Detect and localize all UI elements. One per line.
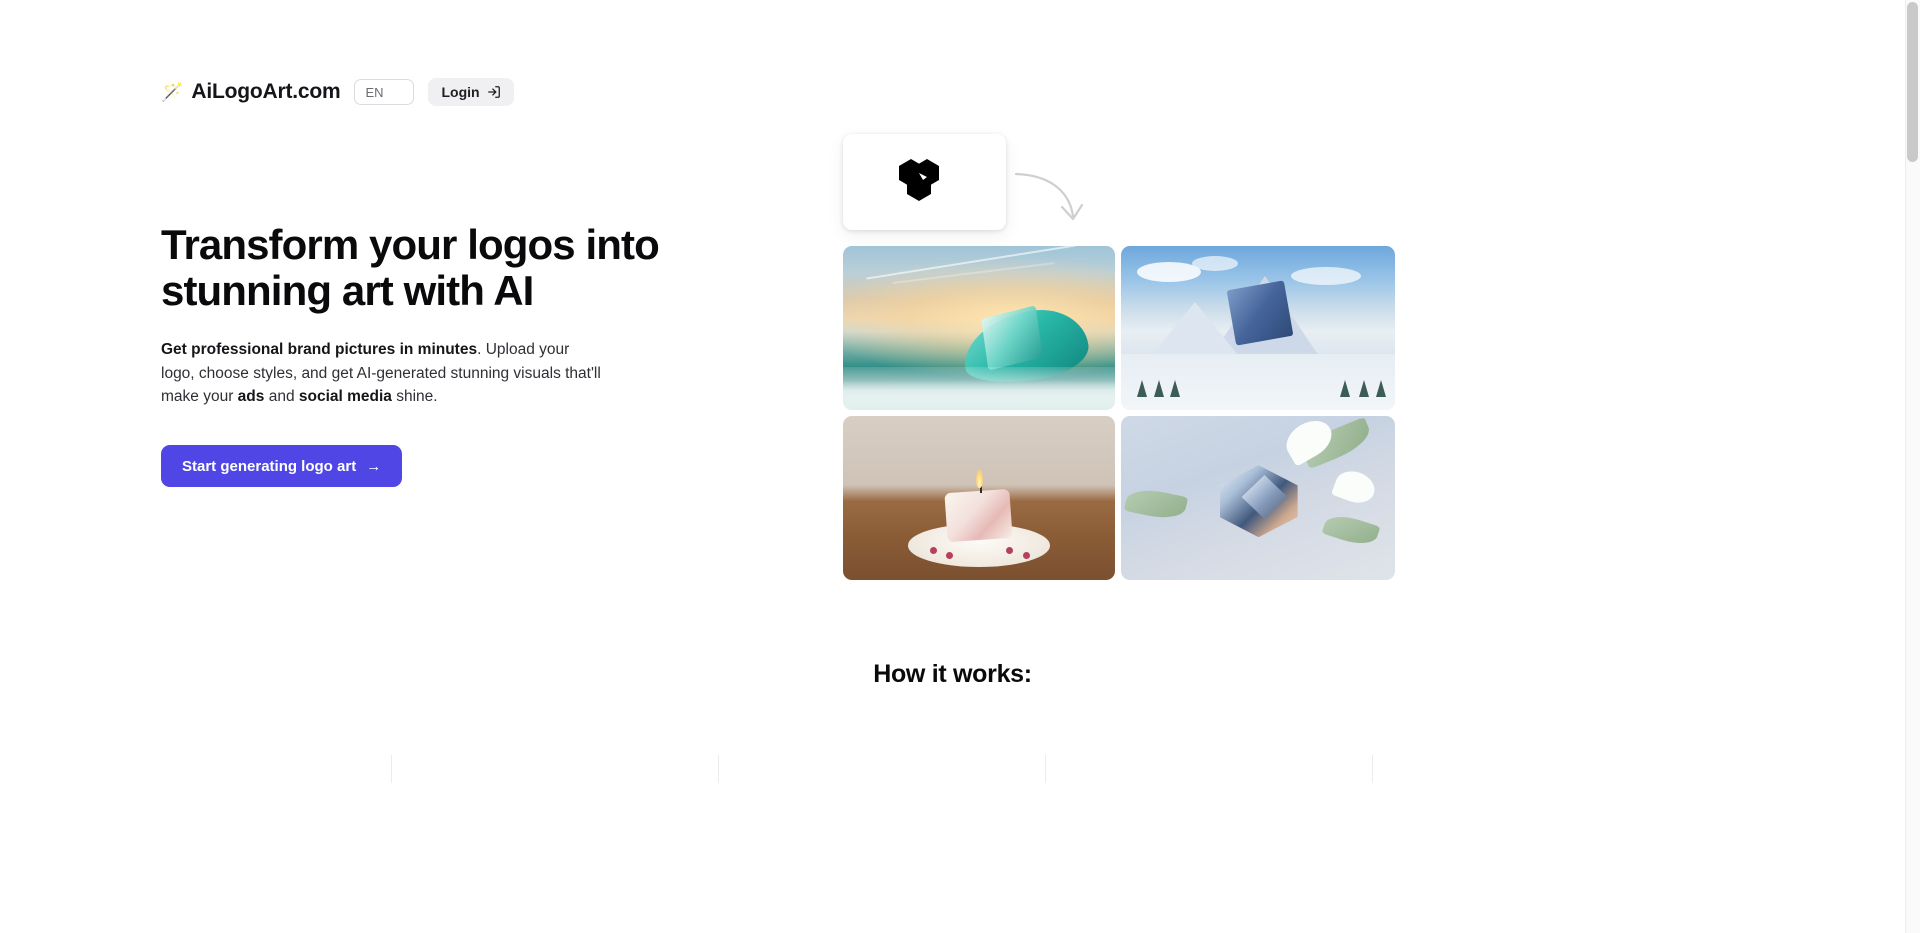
pine-tree <box>1375 379 1386 397</box>
pine-tree <box>1340 379 1351 397</box>
steps-divider-row <box>0 755 1905 783</box>
landing-page: 🪄 AiLogoArt.com EN Login Transform your … <box>0 0 1920 933</box>
login-button[interactable]: Login <box>428 78 514 106</box>
hero-subtitle-between: and <box>264 388 299 406</box>
hero-subtitle-tail: shine. <box>391 388 438 406</box>
language-select[interactable]: EN <box>354 79 415 105</box>
vertical-scrollbar[interactable] <box>1905 0 1920 933</box>
berry <box>930 546 938 554</box>
hero-subtitle: Get professional brand pictures in minut… <box>161 338 601 409</box>
berry <box>1022 551 1030 559</box>
uploaded-logo-card <box>843 134 1006 230</box>
cloud <box>1192 255 1239 271</box>
step-divider <box>1045 755 1046 783</box>
hero-title: Transform your logos into stunning art w… <box>161 221 660 315</box>
hero-copy: Transform your logos into stunning art w… <box>161 221 701 488</box>
generated-art-grid <box>843 246 1395 580</box>
hero-subtitle-ads: ads <box>237 388 265 406</box>
sea-foam <box>843 367 1115 410</box>
hero-subtitle-social: social media <box>298 388 392 406</box>
scrollbar-thumb[interactable] <box>1907 2 1918 162</box>
art-tile-candle-on-plate[interactable] <box>843 416 1115 580</box>
step-divider <box>718 755 719 783</box>
pine-tree <box>1359 379 1370 397</box>
leaf <box>1321 509 1381 550</box>
leaf <box>1124 485 1189 524</box>
logo-cube-in-mountain <box>1226 280 1294 346</box>
arrow-right-icon: → <box>366 457 382 475</box>
logo-cube-as-candle <box>944 489 1014 543</box>
pine-tree <box>1153 379 1164 397</box>
cta-label: Start generating logo art <box>182 457 357 475</box>
art-tile-crystal-flowers[interactable] <box>1121 416 1395 580</box>
how-it-works-title: How it works: <box>873 660 1032 688</box>
art-tile-ocean-wave-sunset[interactable] <box>843 246 1115 410</box>
magic-wand-icon: 🪄 <box>161 82 184 102</box>
brand-cube-logo-icon <box>897 157 953 208</box>
brand-logo[interactable]: 🪄 AiLogoArt.com <box>161 80 341 104</box>
berry <box>1006 546 1014 554</box>
curved-arrow-icon <box>1013 169 1085 236</box>
login-arrow-icon <box>487 85 501 99</box>
site-header: 🪄 AiLogoArt.com EN Login <box>161 78 514 106</box>
flower-petal <box>1330 465 1379 508</box>
brand-name: AiLogoArt.com <box>191 80 341 103</box>
pine-tree <box>1170 379 1181 397</box>
step-divider <box>1372 755 1373 783</box>
login-button-label: Login <box>441 84 480 100</box>
language-value: EN <box>365 84 384 100</box>
art-tile-snowy-mountain[interactable] <box>1121 246 1395 410</box>
cloud-streak <box>892 262 1055 285</box>
step-divider <box>391 755 392 783</box>
start-generating-button[interactable]: Start generating logo art → <box>161 445 403 488</box>
hero-subtitle-lead: Get professional brand pictures in minut… <box>161 341 478 359</box>
pine-tree <box>1137 379 1148 397</box>
